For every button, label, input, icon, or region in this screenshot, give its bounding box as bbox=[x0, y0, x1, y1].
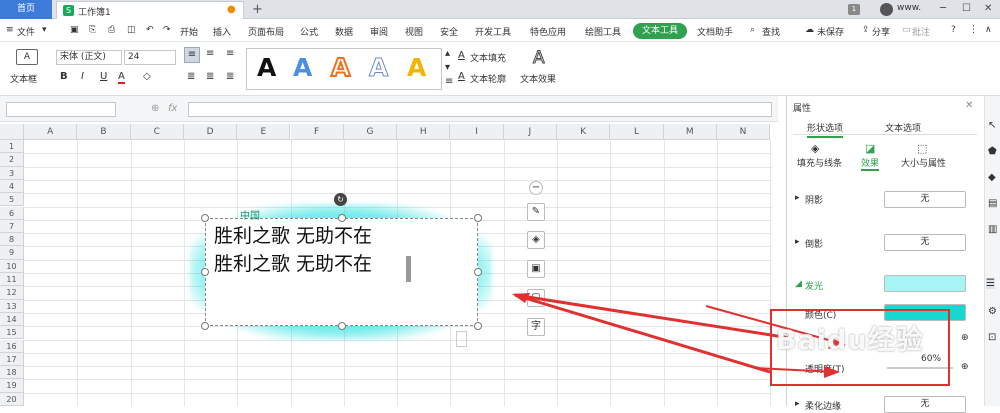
arrow-line-1 bbox=[514, 293, 791, 340]
watermark: Baidu经验 bbox=[776, 325, 924, 356]
arrow-line-2 bbox=[514, 293, 771, 374]
